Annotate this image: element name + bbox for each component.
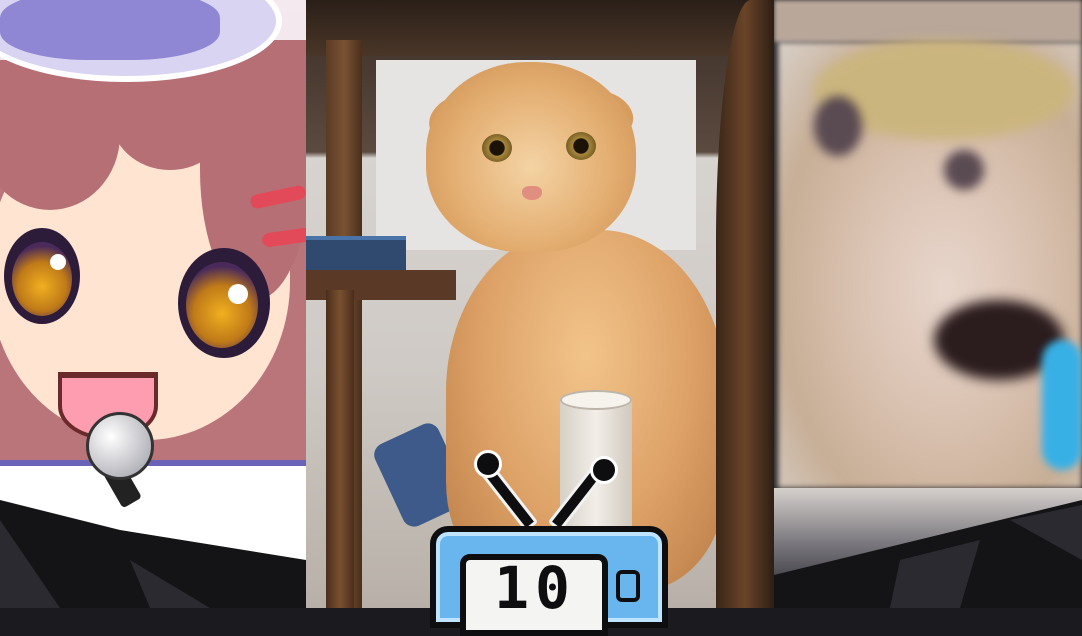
panel-bottom-fade [774,488,1082,608]
blurred-cat-left-eye [814,96,862,156]
stripe-shard-2 [130,560,210,608]
blurred-cat-right-eye [944,150,984,190]
table-leg [326,290,354,608]
mirror-frame-top [306,0,774,56]
blurred-cat-panel [774,0,1082,608]
blue-box [306,236,406,274]
tv-counter-text: 10 [494,554,576,622]
blurred-strip [774,0,1082,42]
paper-tube-opening [560,390,632,410]
microphone-icon [86,412,154,480]
cat-left-eye [482,134,512,162]
tv-antenna-tip-left [474,450,502,478]
character-collar [0,460,306,560]
tv-antenna-tip-right [590,456,618,484]
character-hat-band [0,0,220,60]
tv-knob-icon [616,570,640,602]
tv-mascot: 10 [426,450,668,636]
character-right-eye [178,248,270,358]
cat-right-eye [566,132,596,160]
mirror-frame-right [716,0,774,608]
character-left-eye [4,228,80,324]
cat-nose [522,186,542,200]
cat-head [426,62,636,252]
anime-character-panel [0,0,306,560]
blue-object [1042,340,1082,470]
